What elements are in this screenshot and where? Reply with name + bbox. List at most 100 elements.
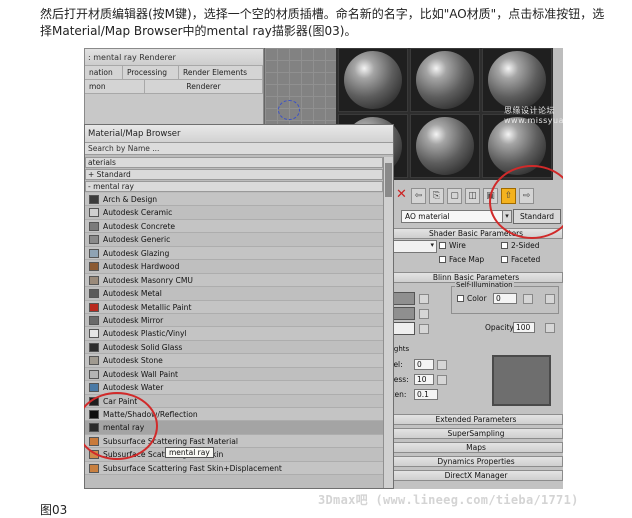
sample-slot[interactable] <box>338 48 408 112</box>
renderer-window-title: : mental ray Renderer <box>85 49 263 66</box>
material-thumbnail-icon <box>89 329 99 339</box>
shader-dropdown[interactable]: ▾ <box>389 240 437 253</box>
face-map-checkbox[interactable]: Face Map <box>439 255 484 264</box>
material-thumbnail-icon <box>89 221 99 231</box>
sphere-icon <box>416 51 474 109</box>
renderer-window: : mental ray Renderer nation Processing … <box>84 48 264 128</box>
list-item[interactable]: Autodesk Ceramic <box>85 206 383 220</box>
browser-search-input[interactable]: Search by Name ... <box>85 143 393 155</box>
tab-nation[interactable]: nation <box>85 66 123 80</box>
make-unique-icon[interactable]: ⎘ <box>429 188 444 204</box>
list-item[interactable]: Autodesk Masonry CMU <box>85 273 383 288</box>
self-illum-spinner[interactable] <box>523 294 533 304</box>
viewport[interactable] <box>264 48 336 128</box>
list-item-label: Autodesk Metallic Paint <box>103 302 192 312</box>
bottom-watermark: 3Dmax吧 (www.lineeg.com/tieba/1771) <box>318 493 579 507</box>
list-item-label: Autodesk Plastic/Vinyl <box>103 329 187 339</box>
material-id-icon[interactable]: ▢ <box>447 188 462 204</box>
list-item-label: Arch & Design <box>103 195 158 204</box>
list-item[interactable]: Autodesk Glazing <box>85 246 383 261</box>
list-item[interactable]: Autodesk Water <box>85 381 383 395</box>
rollout-maps[interactable]: Maps <box>389 442 563 453</box>
sphere-icon <box>488 51 546 109</box>
list-item-label: Autodesk Ceramic <box>103 208 173 218</box>
scrollbar-thumb[interactable] <box>385 163 392 197</box>
list-item-label: Autodesk Hardwood <box>103 262 180 272</box>
material-name-field[interactable]: AO material <box>401 210 505 223</box>
material-thumbnail-icon <box>89 302 99 312</box>
list-item[interactable]: Autodesk Solid Glass <box>85 340 383 355</box>
section-standard[interactable]: + Standard <box>85 169 383 180</box>
sample-slot[interactable] <box>410 114 480 178</box>
list-item[interactable]: Autodesk Wall Paint <box>85 367 383 382</box>
specular-level-value[interactable]: 0 <box>414 359 434 370</box>
sphere-icon <box>416 117 474 175</box>
list-item[interactable]: Autodesk Metallic Paint <box>85 300 383 314</box>
browser-scrollbar[interactable] <box>383 157 393 488</box>
material-thumbnail-icon <box>89 369 99 379</box>
wire-checkbox[interactable]: Wire <box>439 241 466 250</box>
diffuse-map-button[interactable] <box>419 309 429 319</box>
delete-icon[interactable]: ✕ <box>394 188 409 204</box>
self-illum-label: Self-Illumination <box>455 281 514 289</box>
list-item-label: Autodesk Mirror <box>103 315 164 325</box>
sphere-icon <box>344 51 402 109</box>
screenshot-area: : mental ray Renderer nation Processing … <box>84 48 563 489</box>
list-item[interactable]: Arch & Design <box>85 193 383 207</box>
material-thumbnail-icon <box>89 289 99 299</box>
tab-mon[interactable]: mon <box>85 80 145 94</box>
show-map-icon[interactable]: ◫ <box>465 188 480 204</box>
list-item-label: Autodesk Concrete <box>103 221 176 231</box>
material-thumbnail-icon <box>89 315 99 325</box>
material-thumbnail-icon <box>89 208 99 218</box>
list-item[interactable]: Autodesk Stone <box>85 354 383 368</box>
material-thumbnail-icon <box>89 262 99 272</box>
glossiness-value[interactable]: 10 <box>414 374 434 385</box>
list-item-label: Autodesk Generic <box>103 235 171 245</box>
list-item[interactable]: Autodesk Concrete <box>85 219 383 234</box>
rollout-dynamics[interactable]: Dynamics Properties <box>389 456 563 467</box>
specular-level-spinner[interactable] <box>437 360 447 370</box>
tab-processing[interactable]: Processing <box>123 66 179 80</box>
list-item-label: Autodesk Glazing <box>103 248 170 258</box>
soften-value[interactable]: 0.1 <box>414 389 438 400</box>
material-thumbnail-icon <box>89 383 99 393</box>
tab-renderer[interactable]: Renderer <box>145 80 263 94</box>
material-thumbnail-icon <box>89 248 99 258</box>
list-item[interactable]: Autodesk Mirror <box>85 313 383 328</box>
section-materials[interactable]: aterials <box>85 157 383 168</box>
glossiness-spinner[interactable] <box>437 375 447 385</box>
self-illum-value[interactable]: 0 <box>493 293 517 304</box>
rollout-extended[interactable]: Extended Parameters <box>389 414 563 425</box>
self-illum-map-button[interactable] <box>545 294 555 304</box>
list-item-label: Autodesk Water <box>103 383 164 393</box>
material-thumbnail-icon <box>89 235 99 245</box>
opacity-value[interactable]: 100 <box>513 322 535 333</box>
list-item[interactable]: Autodesk Hardwood <box>85 260 383 274</box>
put-to-library-icon[interactable]: ⇦ <box>411 188 426 204</box>
list-item[interactable]: Autodesk Plastic/Vinyl <box>85 327 383 341</box>
opacity-label: Opacity: <box>485 323 516 332</box>
intro-paragraph: 然后打开材质编辑器(按M键)，选择一个空的材质插槽。命名新的名字，比如"AO材质… <box>40 7 605 38</box>
section-mental-ray[interactable]: - mental ray <box>85 181 383 192</box>
list-item[interactable]: Subsurface Scattering Fast Skin+Displace… <box>85 461 383 476</box>
rollout-directx[interactable]: DirectX Manager <box>389 470 563 481</box>
figure-caption: 图03 <box>40 503 68 517</box>
self-illum-color-checkbox[interactable]: Color <box>457 294 487 303</box>
light-helper-icon <box>278 100 300 120</box>
list-item-label: Autodesk Stone <box>103 356 163 366</box>
sample-slot[interactable] <box>482 48 552 112</box>
tab-render-elements[interactable]: Render Elements <box>179 66 263 80</box>
two-sided-checkbox[interactable]: 2-Sided <box>501 241 539 250</box>
sample-slot[interactable] <box>410 48 480 112</box>
material-thumbnail-icon <box>89 342 99 352</box>
specular-map-button[interactable] <box>419 324 429 334</box>
rollout-supersampling[interactable]: SuperSampling <box>389 428 563 439</box>
list-item-label: Autodesk Metal <box>103 289 162 299</box>
opacity-map-button[interactable] <box>545 323 555 333</box>
lock-icon[interactable] <box>419 294 429 304</box>
list-item[interactable]: Autodesk Generic <box>85 233 383 247</box>
list-item[interactable]: Autodesk Metal <box>85 287 383 301</box>
faceted-checkbox[interactable]: Faceted <box>501 255 540 264</box>
highlight-curve-preview <box>492 355 551 406</box>
